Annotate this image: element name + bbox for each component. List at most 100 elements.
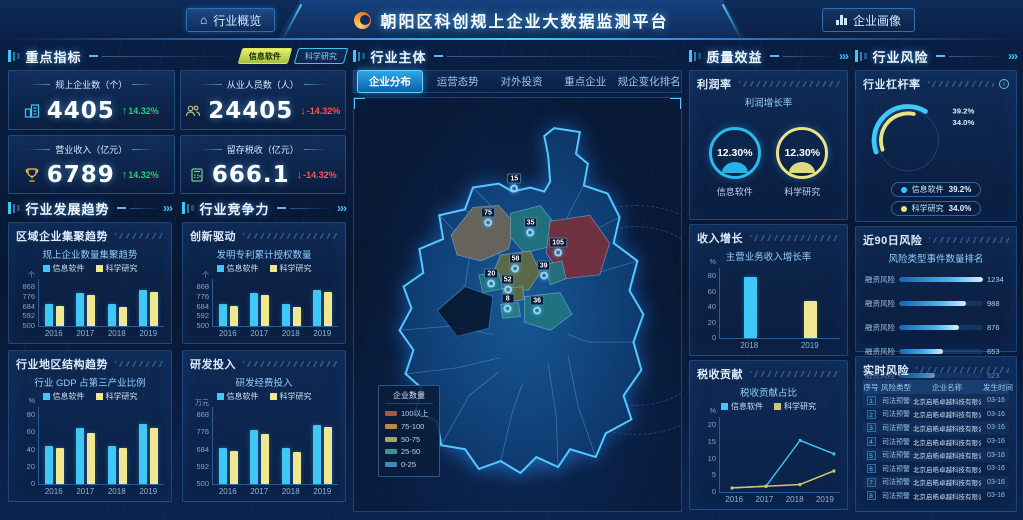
tab-4[interactable]: 规企变化排名 [617, 71, 681, 92]
risk-bar-row: 融资风险 988 [863, 298, 1009, 309]
risk-type: 司法预警 [881, 423, 911, 433]
competitiveness-header: 行业竞争力 ››› [182, 198, 346, 218]
section-competitiveness: 行业竞争力 ››› 创新驱动 发明专利累计授权数量信息软件科学研究个868776… [182, 198, 346, 506]
section-risk: 行业风险 ››› 行业杠杆率 i 39.2%34.0%信息软件39.2%科学研究… [855, 46, 1017, 512]
table-row[interactable]: 2 司法预警 北京启皓卓越科技有限公司 03-16 [863, 408, 1009, 422]
card-title: 利润率 [697, 76, 732, 92]
chart-leverage: 39.2%34.0%信息软件39.2%科学研究34.0% [863, 94, 1009, 216]
stat-card-revenue: 营业收入（亿元） 6789 ↑14.32% [8, 135, 175, 195]
section-title: 质量效益 [707, 47, 763, 66]
profit-gauge: 12.30% 信息软件 [709, 127, 761, 198]
svg-text:39.2%: 39.2% [952, 106, 974, 115]
map-marker[interactable]: 58 [509, 253, 523, 272]
chart-title: 主营业务收入增长率 [697, 249, 840, 263]
location-pin-icon [510, 185, 518, 193]
card-revenue-growth: 收入增长 主营业务收入增长率%80604020020182019 [689, 224, 848, 356]
table-row[interactable]: 8 司法预警 北京启皓卓越科技有限公司 03-16 [863, 489, 1009, 503]
card-risk-90d: 近90日风险 风险类型事件数量排名 融资风险 1234 融资风险 988 融资风… [855, 226, 1017, 352]
hatch-decoration [929, 237, 1009, 243]
risk-type: 司法预警 [881, 477, 911, 487]
enterprise-name: 北京启皓卓越科技有限公司 [913, 464, 981, 474]
map-marker[interactable]: 105 [549, 237, 567, 256]
key-indicator-grid: 规上企业数（个） 4405 ↑14.32% 从业人员数（人） 24405 ↓-1… [8, 70, 346, 194]
enterprise-name: 北京启皓卓越科技有限公司 [913, 450, 981, 460]
main-tabs: 企业分布运营态势对外投资重点企业规企变化排名 [353, 70, 682, 93]
map-marker[interactable]: 36 [530, 295, 544, 314]
more-arrows-icon[interactable]: ››› [337, 201, 346, 215]
more-arrows-icon[interactable]: ››› [1008, 49, 1017, 63]
card-title: 收入增长 [697, 230, 743, 246]
risk-bar-label: 融资风险 [863, 274, 895, 285]
chart-title: 风险类型事件数量排名 [863, 251, 1009, 265]
table-row[interactable]: 4 司法预警 北京启皓卓越科技有限公司 03-16 [863, 435, 1009, 449]
table-row[interactable]: 3 司法预警 北京启皓卓越科技有限公司 03-16 [863, 421, 1009, 435]
more-arrows-icon[interactable]: ››› [163, 201, 172, 215]
gauge-legend-pill: 科学研究34.0% [891, 201, 982, 216]
map-legend: 企业数量 100以上75-10050-7525-500-25 [378, 385, 440, 477]
hatch-decoration [115, 361, 164, 367]
info-icon[interactable]: i [999, 79, 1009, 89]
table-row[interactable]: 1 司法预警 北京启皓卓越科技有限公司 03-16 [863, 394, 1009, 408]
risk-type: 司法预警 [881, 437, 911, 447]
card-leverage: 行业杠杆率 i 39.2%34.0%信息软件39.2%科学研究34.0% [855, 70, 1017, 222]
platform-logo-icon [354, 12, 371, 29]
filter-pill-1[interactable]: 科学研究 [294, 48, 349, 64]
map-marker[interactable]: 15 [507, 174, 521, 193]
profit-gauge: 12.30% 科学研究 [776, 127, 828, 198]
home-icon: ⌂ [200, 14, 207, 26]
enterprise-name: 北京启皓卓越科技有限公司 [913, 396, 981, 406]
map-marker[interactable]: 52 [501, 275, 515, 294]
map-marker[interactable]: 20 [484, 268, 498, 287]
card-title: 区域企业集聚趋势 [16, 228, 108, 244]
chart-legend: 信息软件科学研究 [190, 391, 338, 402]
table-row[interactable]: 6 司法预警 北京启皓卓越科技有限公司 03-16 [863, 462, 1009, 476]
gauge-label: 信息软件 [717, 185, 753, 198]
card-region-agglomeration: 区域企业集聚趋势 规上企业数量集聚趋势信息软件科学研究个868776684592… [8, 222, 172, 344]
legend-row: 0-25 [385, 460, 433, 469]
tab-3[interactable]: 重点企业 [553, 71, 617, 92]
hatch-decoration [750, 371, 840, 377]
risk-bar-label: 融资风险 [863, 322, 895, 333]
map-marker[interactable]: 39 [537, 260, 551, 279]
map-marker[interactable]: 35 [524, 218, 538, 237]
marker-value: 15 [507, 174, 521, 184]
tab-0[interactable]: 企业分布 [357, 70, 423, 93]
line-decoration [130, 208, 159, 209]
page-title: 朝阳区科创规上企业大数据监测平台 [380, 8, 668, 32]
title-banner: 朝阳区科创规上企业大数据监测平台 [277, 0, 747, 40]
section-title: 行业风险 [873, 47, 929, 66]
nav-enterprise-profile-button[interactable]: 企业画像 [822, 8, 915, 32]
occurrence-time: 03-16 [983, 492, 1009, 499]
row-index-badge: 7 [867, 478, 876, 487]
card-realtime-risk: 实时风险 序号风险类型企业名称发生时间 1 司法预警 北京启皓卓越科技有限公司 … [855, 356, 1017, 512]
table-row[interactable]: 5 司法预警 北京启皓卓越科技有限公司 03-16 [863, 448, 1009, 462]
stat-delta: ↓-14.32% [300, 105, 340, 117]
table-row[interactable]: 7 司法预警 北京启皓卓越科技有限公司 03-16 [863, 476, 1009, 490]
hatch-decoration [916, 367, 1009, 373]
trend-header: 行业发展趋势 ››› [8, 198, 172, 218]
card-title: 近90日风险 [863, 232, 922, 248]
gauge-label: 科学研究 [784, 185, 820, 198]
section-bars-icon [689, 50, 701, 62]
filter-pill-0[interactable]: 信息软件 [238, 48, 293, 64]
location-pin-icon [540, 271, 548, 279]
marker-value: 20 [484, 268, 498, 278]
stat-value: 6789 [47, 162, 115, 188]
marker-value: 105 [549, 237, 567, 247]
section-title: 行业竞争力 [200, 199, 270, 218]
more-arrows-icon[interactable]: ››› [839, 49, 848, 63]
chart-title: 发明专利累计授权数量 [190, 247, 338, 261]
tab-2[interactable]: 对外投资 [490, 71, 554, 92]
risk-bar-value: 653 [987, 347, 1009, 356]
section-title: 重点指标 [26, 47, 82, 66]
stat-label: 规上企业数（个） [13, 78, 170, 91]
nav-industry-overview-button[interactable]: ⌂ 行业概览 [186, 8, 275, 32]
gauge-legend-pill: 信息软件39.2% [891, 182, 982, 197]
map-marker[interactable]: 8 [501, 293, 514, 312]
dash-decoration [117, 207, 126, 209]
card-title: 实时风险 [863, 362, 909, 378]
map-marker[interactable]: 75 [481, 208, 495, 227]
tab-1[interactable]: 运营态势 [426, 71, 490, 92]
hatch-decoration [739, 81, 841, 87]
risk-bar-row: 融资风险 653 [863, 346, 1009, 357]
